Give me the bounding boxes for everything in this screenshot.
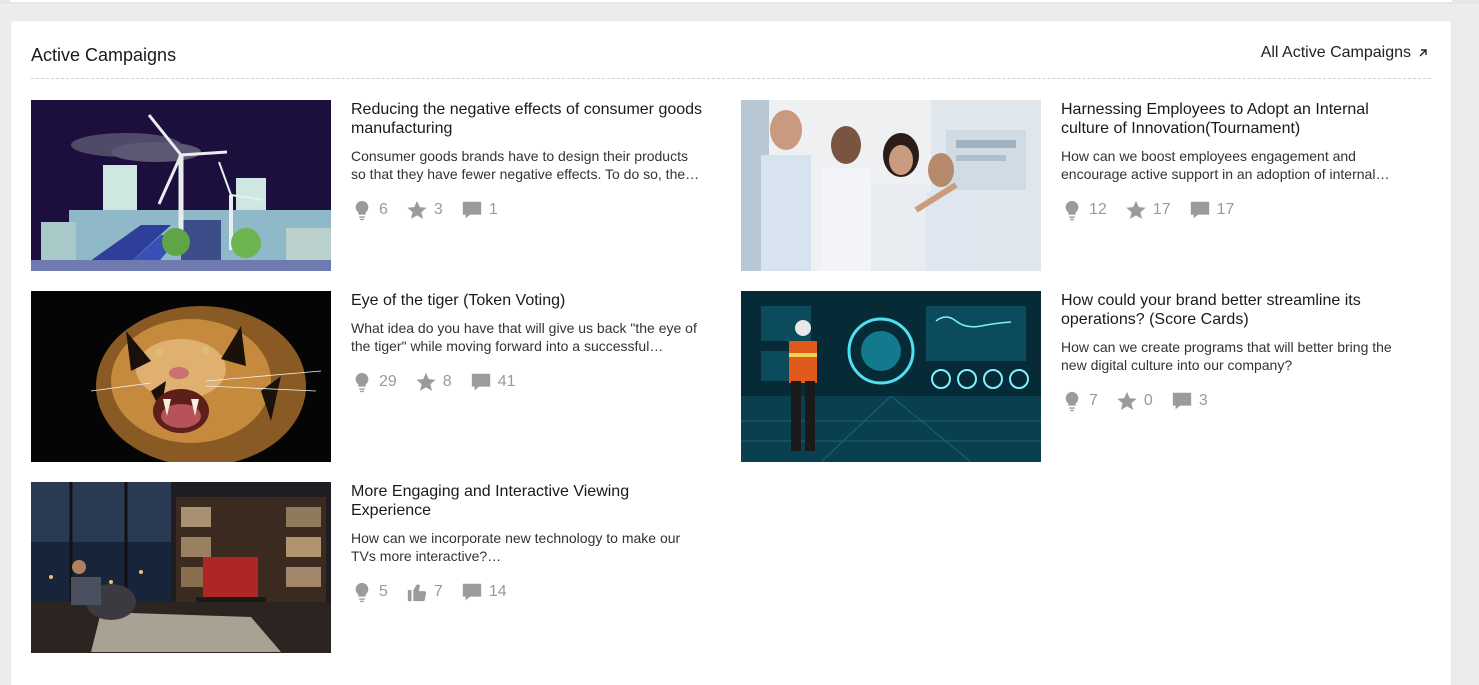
- comments-count: 1: [488, 201, 498, 218]
- campaign-stats: 12 17 17: [1061, 199, 1234, 221]
- campaign-description: How can we create programs that will bet…: [1061, 339, 1392, 373]
- comments-count: 14: [488, 583, 507, 600]
- comments-count: 41: [497, 373, 516, 390]
- stars-count: 17: [1152, 201, 1171, 218]
- campaign-card: Harnessing Employees to Adopt an Interna…: [741, 100, 1421, 272]
- living-room-tv-photo: [31, 482, 331, 653]
- panel-title: Active Campaigns: [31, 45, 177, 65]
- comments-count: 17: [1216, 201, 1235, 218]
- comments-stat: 1: [461, 199, 498, 221]
- ideas-stat: 6: [351, 199, 388, 221]
- star-icon: [416, 372, 436, 391]
- campaign-title[interactable]: More Engaging and Interactive Viewing Ex…: [351, 482, 706, 520]
- campaign-card: How could your brand better streamline i…: [741, 291, 1421, 463]
- comments-stat: 41: [470, 371, 516, 393]
- lightbulb-icon: [355, 582, 369, 603]
- ideas-count: 29: [379, 373, 397, 390]
- campaign-stats: 5 7 14: [351, 581, 507, 603]
- campaign-description: How can we incorporate new technology to…: [351, 530, 681, 564]
- arrow-up-right-icon: [1419, 49, 1427, 57]
- comment-icon: [462, 201, 481, 219]
- campaign-card: More Engaging and Interactive Viewing Ex…: [31, 482, 711, 654]
- stars-count: 3: [433, 201, 443, 218]
- campaign-description: Consumer goods brands have to design the…: [351, 148, 700, 182]
- all-active-campaigns-label: All Active Campaigns: [1260, 44, 1411, 61]
- previous-card-edge: [10, 0, 1452, 2]
- digital-dashboard-worker-photo: [741, 291, 1041, 462]
- lightbulb-icon: [355, 372, 369, 393]
- comments-stat: 17: [1189, 199, 1235, 221]
- ideas-stat: 29: [351, 371, 397, 393]
- stars-stat: 8: [415, 371, 452, 393]
- stars-count: 8: [442, 373, 452, 390]
- comment-icon: [1190, 201, 1209, 219]
- comments-stat: 14: [461, 581, 507, 603]
- all-active-campaigns-link[interactable]: All Active Campaigns: [1261, 44, 1429, 62]
- campaign-description: What idea do you have that will give us …: [351, 320, 697, 354]
- likes-count: 7: [433, 583, 443, 600]
- campaign-stats: 7 0 3: [1061, 390, 1208, 412]
- ideas-stat: 5: [351, 581, 388, 603]
- ideas-stat: 7: [1061, 390, 1098, 412]
- ideas-count: 12: [1089, 201, 1107, 218]
- ideas-count: 5: [379, 583, 388, 600]
- campaign-stats: 6 3 1: [351, 199, 498, 221]
- ideas-stat: 12: [1061, 199, 1107, 221]
- comments-count: 3: [1198, 392, 1208, 409]
- campaign-title[interactable]: How could your brand better streamline i…: [1061, 291, 1416, 329]
- stars-stat: 0: [1116, 390, 1153, 412]
- campaign-description: How can we boost employees engagement an…: [1061, 148, 1390, 182]
- campaign-card: Eye of the tiger (Token Voting) What ide…: [31, 291, 711, 463]
- campaign-title[interactable]: Reducing the negative effects of consume…: [351, 100, 706, 138]
- stars-count: 0: [1143, 392, 1153, 409]
- likes-stat: 7: [406, 581, 443, 603]
- star-icon: [407, 200, 427, 219]
- comment-icon: [462, 583, 481, 601]
- team-touchscreen-photo: [741, 100, 1041, 271]
- star-icon: [1126, 200, 1146, 219]
- stars-stat: 17: [1125, 199, 1171, 221]
- stars-stat: 3: [406, 199, 443, 221]
- campaign-image[interactable]: [741, 291, 1041, 462]
- lightbulb-icon: [1065, 200, 1079, 221]
- campaign-image[interactable]: [31, 291, 331, 462]
- wind-turbine-city-illustration: [31, 100, 331, 271]
- lightbulb-icon: [355, 200, 369, 221]
- thumbs-up-icon: [407, 584, 427, 602]
- comment-icon: [471, 373, 490, 391]
- ideas-count: 6: [379, 201, 388, 218]
- campaign-stats: 29 8 41: [351, 371, 516, 393]
- campaign-title[interactable]: Eye of the tiger (Token Voting): [351, 291, 706, 310]
- campaign-card: Reducing the negative effects of consume…: [31, 100, 711, 272]
- campaign-title[interactable]: Harnessing Employees to Adopt an Interna…: [1061, 100, 1416, 138]
- campaign-image[interactable]: [31, 100, 331, 271]
- ideas-count: 7: [1089, 392, 1098, 409]
- lightbulb-icon: [1065, 391, 1079, 412]
- star-icon: [1117, 391, 1137, 410]
- campaign-image[interactable]: [31, 482, 331, 653]
- comment-icon: [1172, 392, 1191, 410]
- campaign-image[interactable]: [741, 100, 1041, 271]
- divider: [31, 78, 1431, 79]
- active-campaigns-panel: Active Campaigns All Active Campaigns Re…: [11, 21, 1451, 685]
- tiger-photo: [31, 291, 331, 462]
- comments-stat: 3: [1171, 390, 1208, 412]
